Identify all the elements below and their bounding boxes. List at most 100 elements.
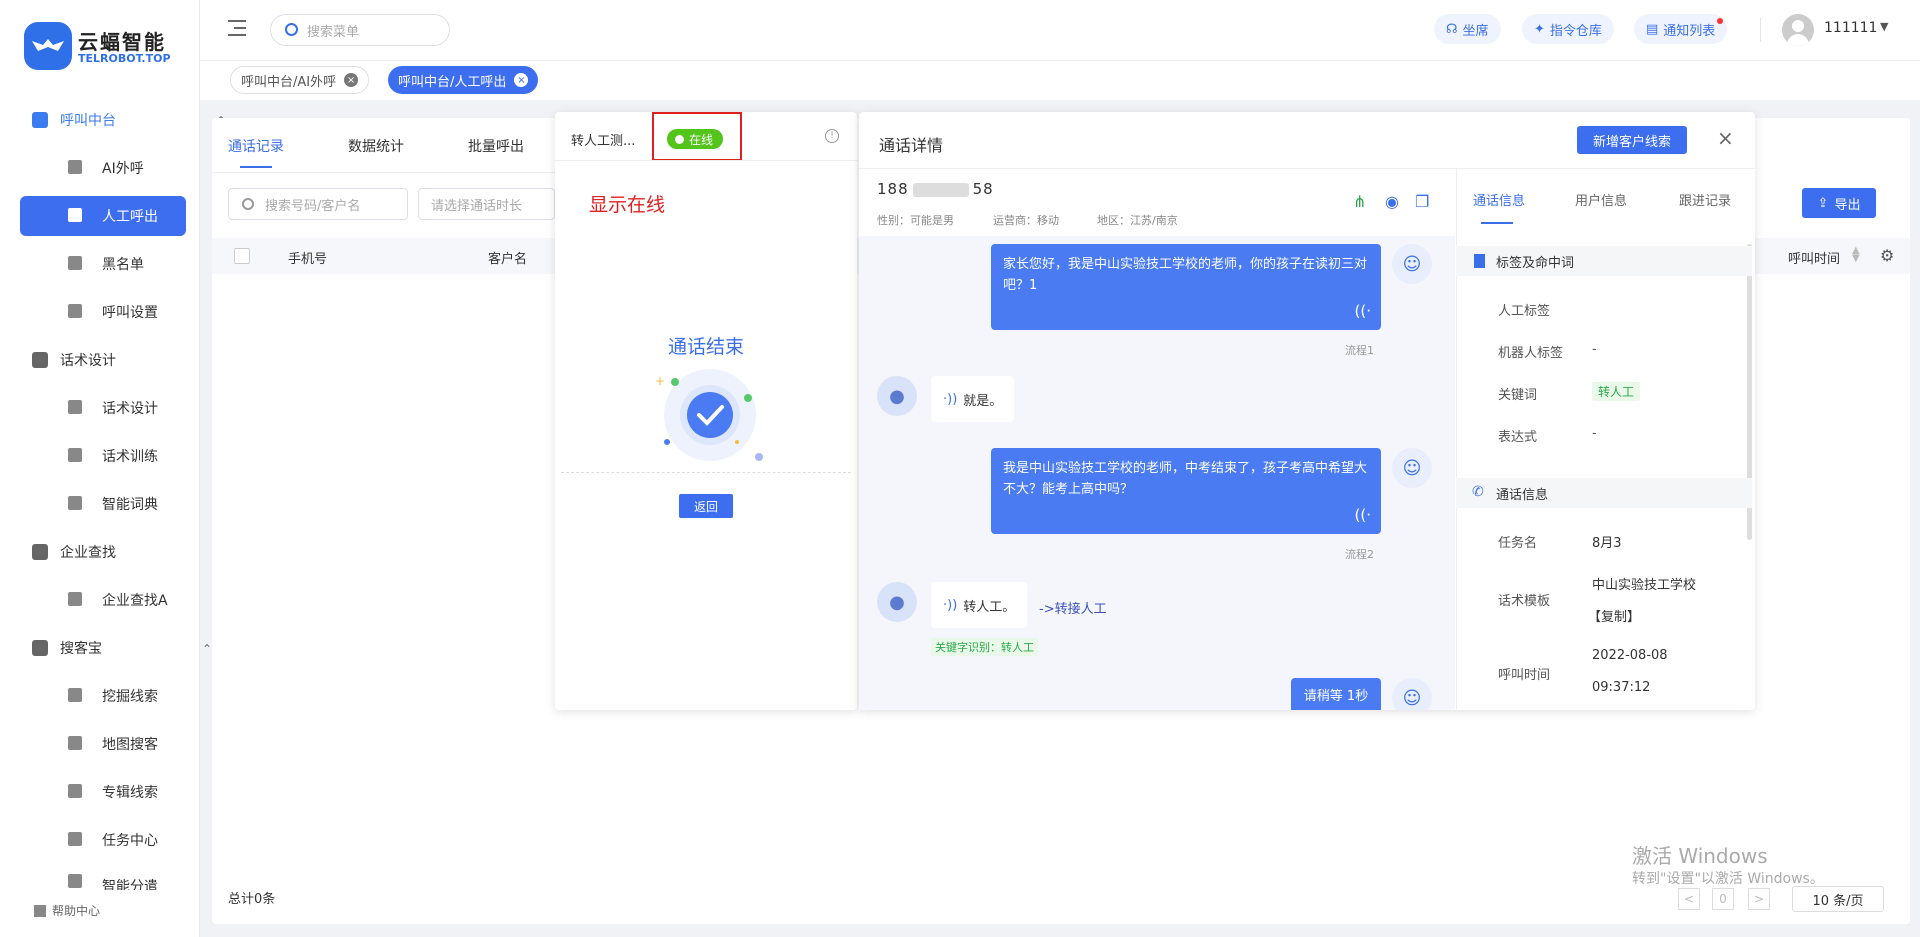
field-bot-tag-value: - [1592,342,1597,357]
close-icon[interactable]: × [1717,126,1734,150]
sidebar-item-ai-call[interactable]: AI外呼 [20,148,186,188]
logo-title: 云蝠智能 [78,30,166,54]
audio-wave-icon[interactable]: ·)) [943,392,957,407]
chat-icon [68,448,82,462]
building-icon [68,592,82,606]
select-all-checkbox[interactable] [234,248,250,264]
upload-icon: ⇪ [1817,195,1829,211]
sidebar-footer: 帮助中心 [0,890,199,937]
duration-select[interactable]: 请选择通话时长 [418,188,555,220]
signal-icon [68,688,82,702]
sidebar-item-blacklist[interactable]: 黑名单 [20,244,186,284]
detail-divider [859,168,1755,169]
info-icon[interactable]: ! [825,129,839,143]
sidebar-item-label: 任务中心 [102,833,158,849]
nav-group-enterprise-search[interactable]: 企业查找 ⌃ [32,540,226,564]
sidebar-item-dig-leads[interactable]: 挖掘线索 [20,676,186,716]
command-repo-button[interactable]: ✦ 指令仓库 [1522,14,1614,44]
page-tab-manual-call[interactable]: 呼叫中台/人工呼出 × [388,66,539,94]
tab-data-stats[interactable]: 数据统计 [348,136,404,156]
robot-icon: ☺ [1402,253,1422,275]
menu-search-input[interactable]: 搜索菜单 [270,14,450,46]
user-icon [68,208,82,222]
sidebar: 云蝠智能 TELROBOT.TOP 呼叫中台 ⌃ AI外呼 人工呼出 黑名单 呼… [0,0,226,937]
nav-group-soukebao[interactable]: 搜客宝 ⌃ [32,636,212,660]
sidebar-item-label: 话术设计 [102,401,158,417]
message-text: 请稍等 1秒 [1303,689,1369,704]
sidebar-item-label: 智能词典 [102,497,158,513]
sidebar-item-album-leads[interactable]: 专辑线索 [20,772,186,812]
sidebar-item-task-center[interactable]: 任务中心 [20,820,186,860]
sort-icon[interactable]: ▲ ▼ [1852,246,1860,264]
page-number[interactable]: 0 [1712,888,1734,910]
copy-icon[interactable]: ❐ [1415,192,1429,211]
avatar[interactable] [1782,14,1814,46]
sidebar-item-smart-dictionary[interactable]: 智能词典 [20,484,186,524]
username[interactable]: 111111 [1824,20,1877,36]
sidebar-item-map-search[interactable]: 地图搜客 [20,724,186,764]
menu-fold-icon[interactable] [228,20,246,36]
prev-page-button[interactable]: < [1678,888,1700,910]
book-icon [32,352,48,368]
gear-icon[interactable]: ⚙ [1880,246,1894,265]
close-icon[interactable]: × [344,73,359,87]
clipboard-icon [68,832,82,846]
sidebar-item-label: 专辑线索 [102,785,158,801]
next-page-button[interactable]: > [1748,888,1770,910]
info-tab-user[interactable]: 用户信息 [1575,190,1627,209]
activate-windows-title: 激活 Windows [1632,844,1768,868]
export-button[interactable]: ⇪ 导出 [1802,188,1876,218]
tab-divider [212,172,555,173]
annotation-text: 显示在线 [589,194,666,216]
help-center-link[interactable]: 帮助中心 [34,902,100,919]
new-lead-button[interactable]: 新增客户线索 [1577,126,1687,154]
menu-search-placeholder: 搜索菜单 [307,24,360,40]
share-icon[interactable]: ⋔ [1353,192,1366,211]
close-icon[interactable]: × [514,73,529,87]
sidebar-item-call-settings[interactable]: 呼叫设置 [20,292,186,332]
keyword-tag: 转人工 [1592,382,1641,401]
page-tab-label: 呼叫中台/AI外呼 [241,74,337,90]
column-call-time[interactable]: 呼叫时间 [1788,248,1840,267]
tab-batch-call[interactable]: 批量呼出 [468,136,524,156]
nav-group-call-center[interactable]: 呼叫中台 ⌃ [32,108,226,132]
activate-windows-subtitle: 转到"设置"以激活 Windows。 [1632,871,1824,887]
sidebar-item-label: 话术训练 [102,449,158,465]
search-icon [285,23,298,36]
page-tab-ai-call[interactable]: 呼叫中台/AI外呼 × [230,66,370,94]
back-button[interactable]: 返回 [679,494,733,518]
copy-template-link[interactable]: 【复制】 [1588,606,1640,625]
sidebar-item-manual-call[interactable]: 人工呼出 [20,196,186,236]
caller-region: 地区：江苏/南京 [1097,214,1178,227]
eye-icon[interactable]: ◉ [1385,192,1399,211]
command-repo-label: 指令仓库 [1549,23,1602,39]
search-number-input[interactable]: 搜索号码/客户名 [228,188,408,220]
nav-group-script-design[interactable]: 话术设计 ⌃ [32,348,226,372]
notification-list-button[interactable]: ▤ 通知列表 [1634,14,1728,44]
sidebar-item-script-training[interactable]: 话术训练 [20,436,186,476]
document-icon: ▤ [1646,21,1659,37]
sidebar-item-script-design[interactable]: 话术设计 [20,388,186,428]
chat-transcript[interactable]: 家长您好，我是中山实验技工学校的老师，你的孩子在读初三对吧？1 ((· ☺ 流程… [859,236,1455,710]
info-tab-call[interactable]: 通话信息 [1473,190,1525,209]
dispatch-icon [68,874,82,888]
nav-group-label: 企业查找 [60,545,116,561]
export-label: 导出 [1834,197,1861,213]
page-size-select[interactable]: 10 条/页 [1792,886,1884,912]
seat-button[interactable]: ☊ 坐席 [1434,14,1501,44]
info-tab-followup[interactable]: 跟进记录 [1679,190,1731,209]
caret-down-icon[interactable]: ▼ [1880,20,1888,33]
audio-wave-icon[interactable]: ·)) [943,598,957,613]
search-number-placeholder: 搜索号码/客户名 [265,198,361,214]
bot-message: 请稍等 1秒 [1291,678,1381,710]
sidebar-item-smart-dispatch[interactable]: 智能分遣 [20,868,186,890]
phone-icon [68,160,82,174]
section-tags-hits: 标签及命中词 [1456,246,1752,276]
seat-label: 坐席 [1462,23,1489,39]
audio-wave-icon[interactable]: ((· [1355,301,1371,322]
message-text: 我是中山实验技工学校的老师，中考结束了，孩子考高中希望大不大？能考上高中吗？ [1003,461,1368,497]
sidebar-item-label: 呼叫设置 [102,305,158,321]
sidebar-item-enterprise-search-a[interactable]: 企业查找A [20,580,186,620]
tab-call-records[interactable]: 通话记录 [228,136,284,156]
audio-wave-icon[interactable]: ((· [1355,505,1371,526]
